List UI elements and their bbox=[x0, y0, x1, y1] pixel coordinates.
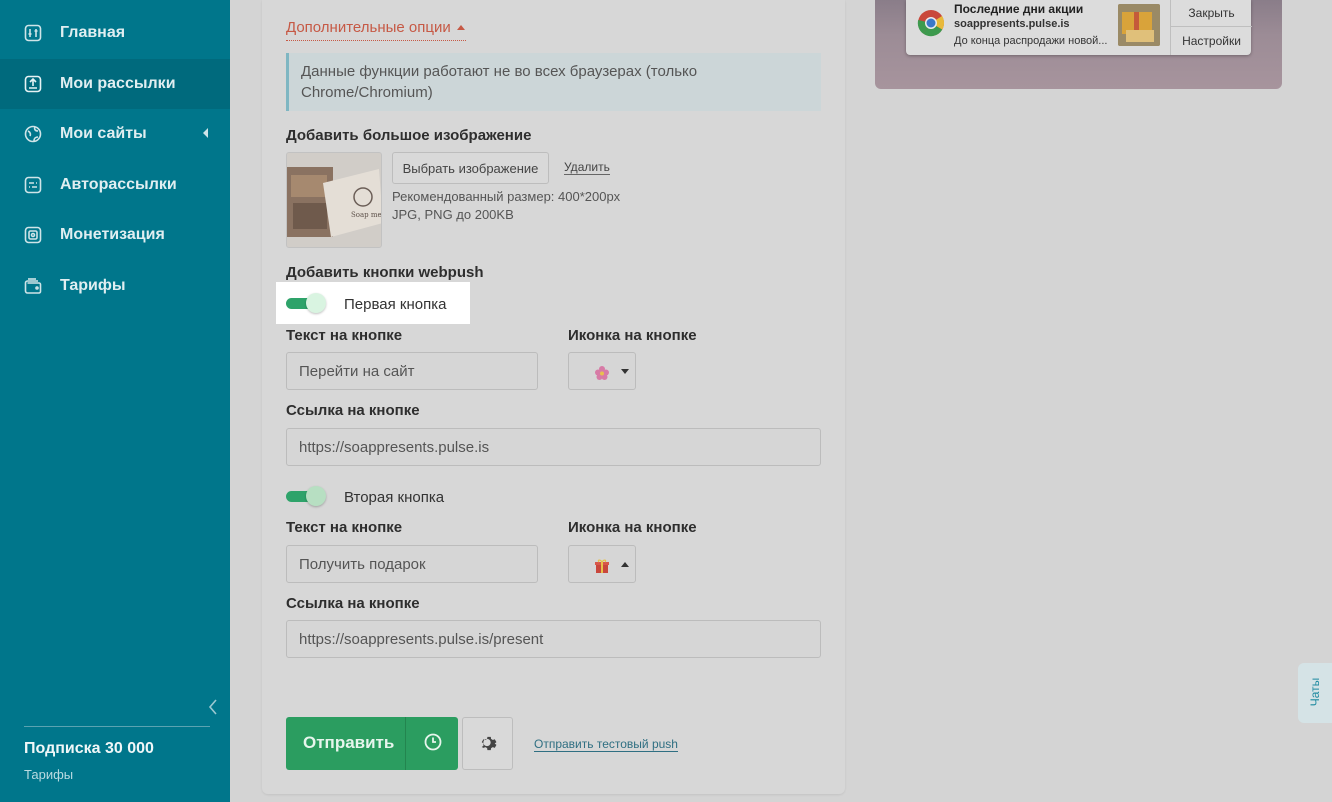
flower-icon bbox=[595, 366, 609, 380]
button2-link-input[interactable]: https://soappresents.pulse.is/present bbox=[286, 620, 821, 658]
button1-icon-select[interactable] bbox=[568, 352, 636, 390]
chevron-left-icon bbox=[203, 128, 208, 138]
coin-icon bbox=[24, 226, 42, 244]
subscription-title: Подписка 30 000 bbox=[24, 740, 154, 757]
button1-link-input[interactable]: https://soappresents.pulse.is bbox=[286, 428, 821, 466]
second-button-toggle[interactable] bbox=[286, 485, 326, 507]
notification-image bbox=[1118, 4, 1160, 46]
sidebar-divider bbox=[24, 726, 210, 727]
sidebar-item-label: Мои рассылки bbox=[60, 75, 176, 92]
globe-icon bbox=[24, 125, 42, 143]
chats-label: Чаты bbox=[1308, 677, 1322, 707]
send-separator bbox=[405, 717, 406, 770]
sidebar-item-label: Монетизация bbox=[60, 226, 165, 243]
notification-actions: Закрыть Настройки bbox=[1170, 0, 1252, 55]
sidebar-item-label: Авторассылки bbox=[60, 176, 177, 193]
soap-gift-icon bbox=[1118, 4, 1160, 46]
button2-icon-select[interactable] bbox=[568, 545, 636, 583]
button2-link-label: Ссылка на кнопке bbox=[286, 595, 420, 612]
sidebar-item-label: Мои сайты bbox=[60, 125, 147, 142]
button2-link-value: https://soappresents.pulse.is/present bbox=[299, 630, 544, 648]
recommended-size-hint: Рекомендованный размер: 400*200px bbox=[392, 189, 621, 204]
send-test-push-link[interactable]: Отправить тестовый push bbox=[534, 737, 678, 752]
caret-up-icon bbox=[456, 25, 465, 30]
browser-info-box: Данные функции работают не во всех брауз… bbox=[286, 53, 821, 111]
chevron-up-icon bbox=[621, 562, 629, 567]
notification-title: Последние дни акции bbox=[954, 2, 1084, 16]
button2-text-value: Получить подарок bbox=[299, 555, 426, 573]
notification-close-button[interactable]: Закрыть bbox=[1171, 0, 1252, 27]
upload-box-icon bbox=[24, 75, 42, 93]
chrome-icon bbox=[917, 10, 945, 37]
button1-text-input[interactable]: Перейти на сайт bbox=[286, 352, 538, 390]
delete-image-link[interactable]: Удалить bbox=[564, 160, 610, 175]
sidebar-item-label: Главная bbox=[60, 24, 126, 41]
gear-icon bbox=[481, 736, 497, 751]
gift-icon bbox=[595, 559, 609, 573]
send-label: Отправить bbox=[303, 733, 395, 752]
sidebar-item-my-mailings[interactable]: Мои рассылки bbox=[0, 59, 230, 109]
sidebar-item-my-sites[interactable]: Мои сайты bbox=[0, 109, 230, 159]
button1-text-label: Текст на кнопке bbox=[286, 327, 403, 344]
first-button-toggle[interactable] bbox=[286, 292, 326, 314]
send-button[interactable]: Отправить bbox=[286, 717, 458, 770]
sidebar-item-tariffs[interactable]: Тарифы bbox=[0, 261, 230, 311]
wallet-icon bbox=[24, 277, 42, 295]
form-card bbox=[262, 0, 845, 794]
toggle-knob bbox=[306, 293, 326, 313]
sidebar-item-home[interactable]: Главная bbox=[0, 8, 230, 58]
auto-icon bbox=[24, 176, 42, 194]
settings-button[interactable] bbox=[462, 717, 513, 770]
sliders-icon bbox=[24, 24, 42, 42]
tariffs-link[interactable]: Тарифы bbox=[24, 767, 73, 782]
first-button-label: Первая кнопка bbox=[344, 296, 447, 313]
clock-icon[interactable] bbox=[423, 732, 443, 752]
advanced-options-label: Дополнительные опции bbox=[286, 19, 451, 36]
toggle-knob bbox=[306, 486, 326, 506]
format-hint: JPG, PNG до 200KB bbox=[392, 207, 514, 222]
sidebar-item-monetization[interactable]: Монетизация bbox=[0, 210, 230, 260]
button1-text-value: Перейти на сайт bbox=[299, 362, 415, 380]
browser-info-text: Данные функции работают не во всех брауз… bbox=[301, 63, 698, 101]
button2-text-label: Текст на кнопке bbox=[286, 519, 403, 536]
button1-icon-label: Иконка на кнопке bbox=[568, 327, 697, 344]
svg-text:Soap me: Soap me bbox=[351, 211, 382, 219]
notification-site: soappresents.pulse.is bbox=[954, 18, 1070, 30]
button1-link-label: Ссылка на кнопке bbox=[286, 402, 420, 419]
sidebar-item-label: Тарифы bbox=[60, 277, 126, 294]
collapse-sidebar-icon[interactable] bbox=[206, 697, 220, 717]
sidebar: Главная Мои рассылки Мои сайты Авторассы… bbox=[0, 0, 230, 802]
advanced-options-link[interactable]: Дополнительные опции bbox=[286, 19, 465, 36]
button2-text-input[interactable]: Получить подарок bbox=[286, 545, 538, 583]
webpush-buttons-label: Добавить кнопки webpush bbox=[286, 264, 484, 281]
notification-settings-button[interactable]: Настройки bbox=[1171, 27, 1252, 54]
big-image-thumbnail[interactable]: Soap me bbox=[286, 152, 382, 248]
button2-icon-label: Иконка на кнопке bbox=[568, 519, 697, 536]
advanced-options-underline bbox=[286, 40, 466, 41]
chevron-down-icon bbox=[621, 369, 629, 374]
choose-image-button[interactable]: Выбрать изображение bbox=[392, 152, 549, 184]
big-image-label: Добавить большое изображение bbox=[286, 127, 532, 144]
button1-link-value: https://soappresents.pulse.is bbox=[299, 438, 490, 456]
second-button-label: Вторая кнопка bbox=[344, 489, 445, 506]
chats-tab[interactable]: Чаты bbox=[1298, 663, 1332, 723]
notification-body: До конца распродажи новой... bbox=[954, 35, 1108, 47]
sidebar-item-autoposts[interactable]: Авторассылки bbox=[0, 160, 230, 210]
soap-image-icon: Soap me bbox=[287, 153, 382, 247]
